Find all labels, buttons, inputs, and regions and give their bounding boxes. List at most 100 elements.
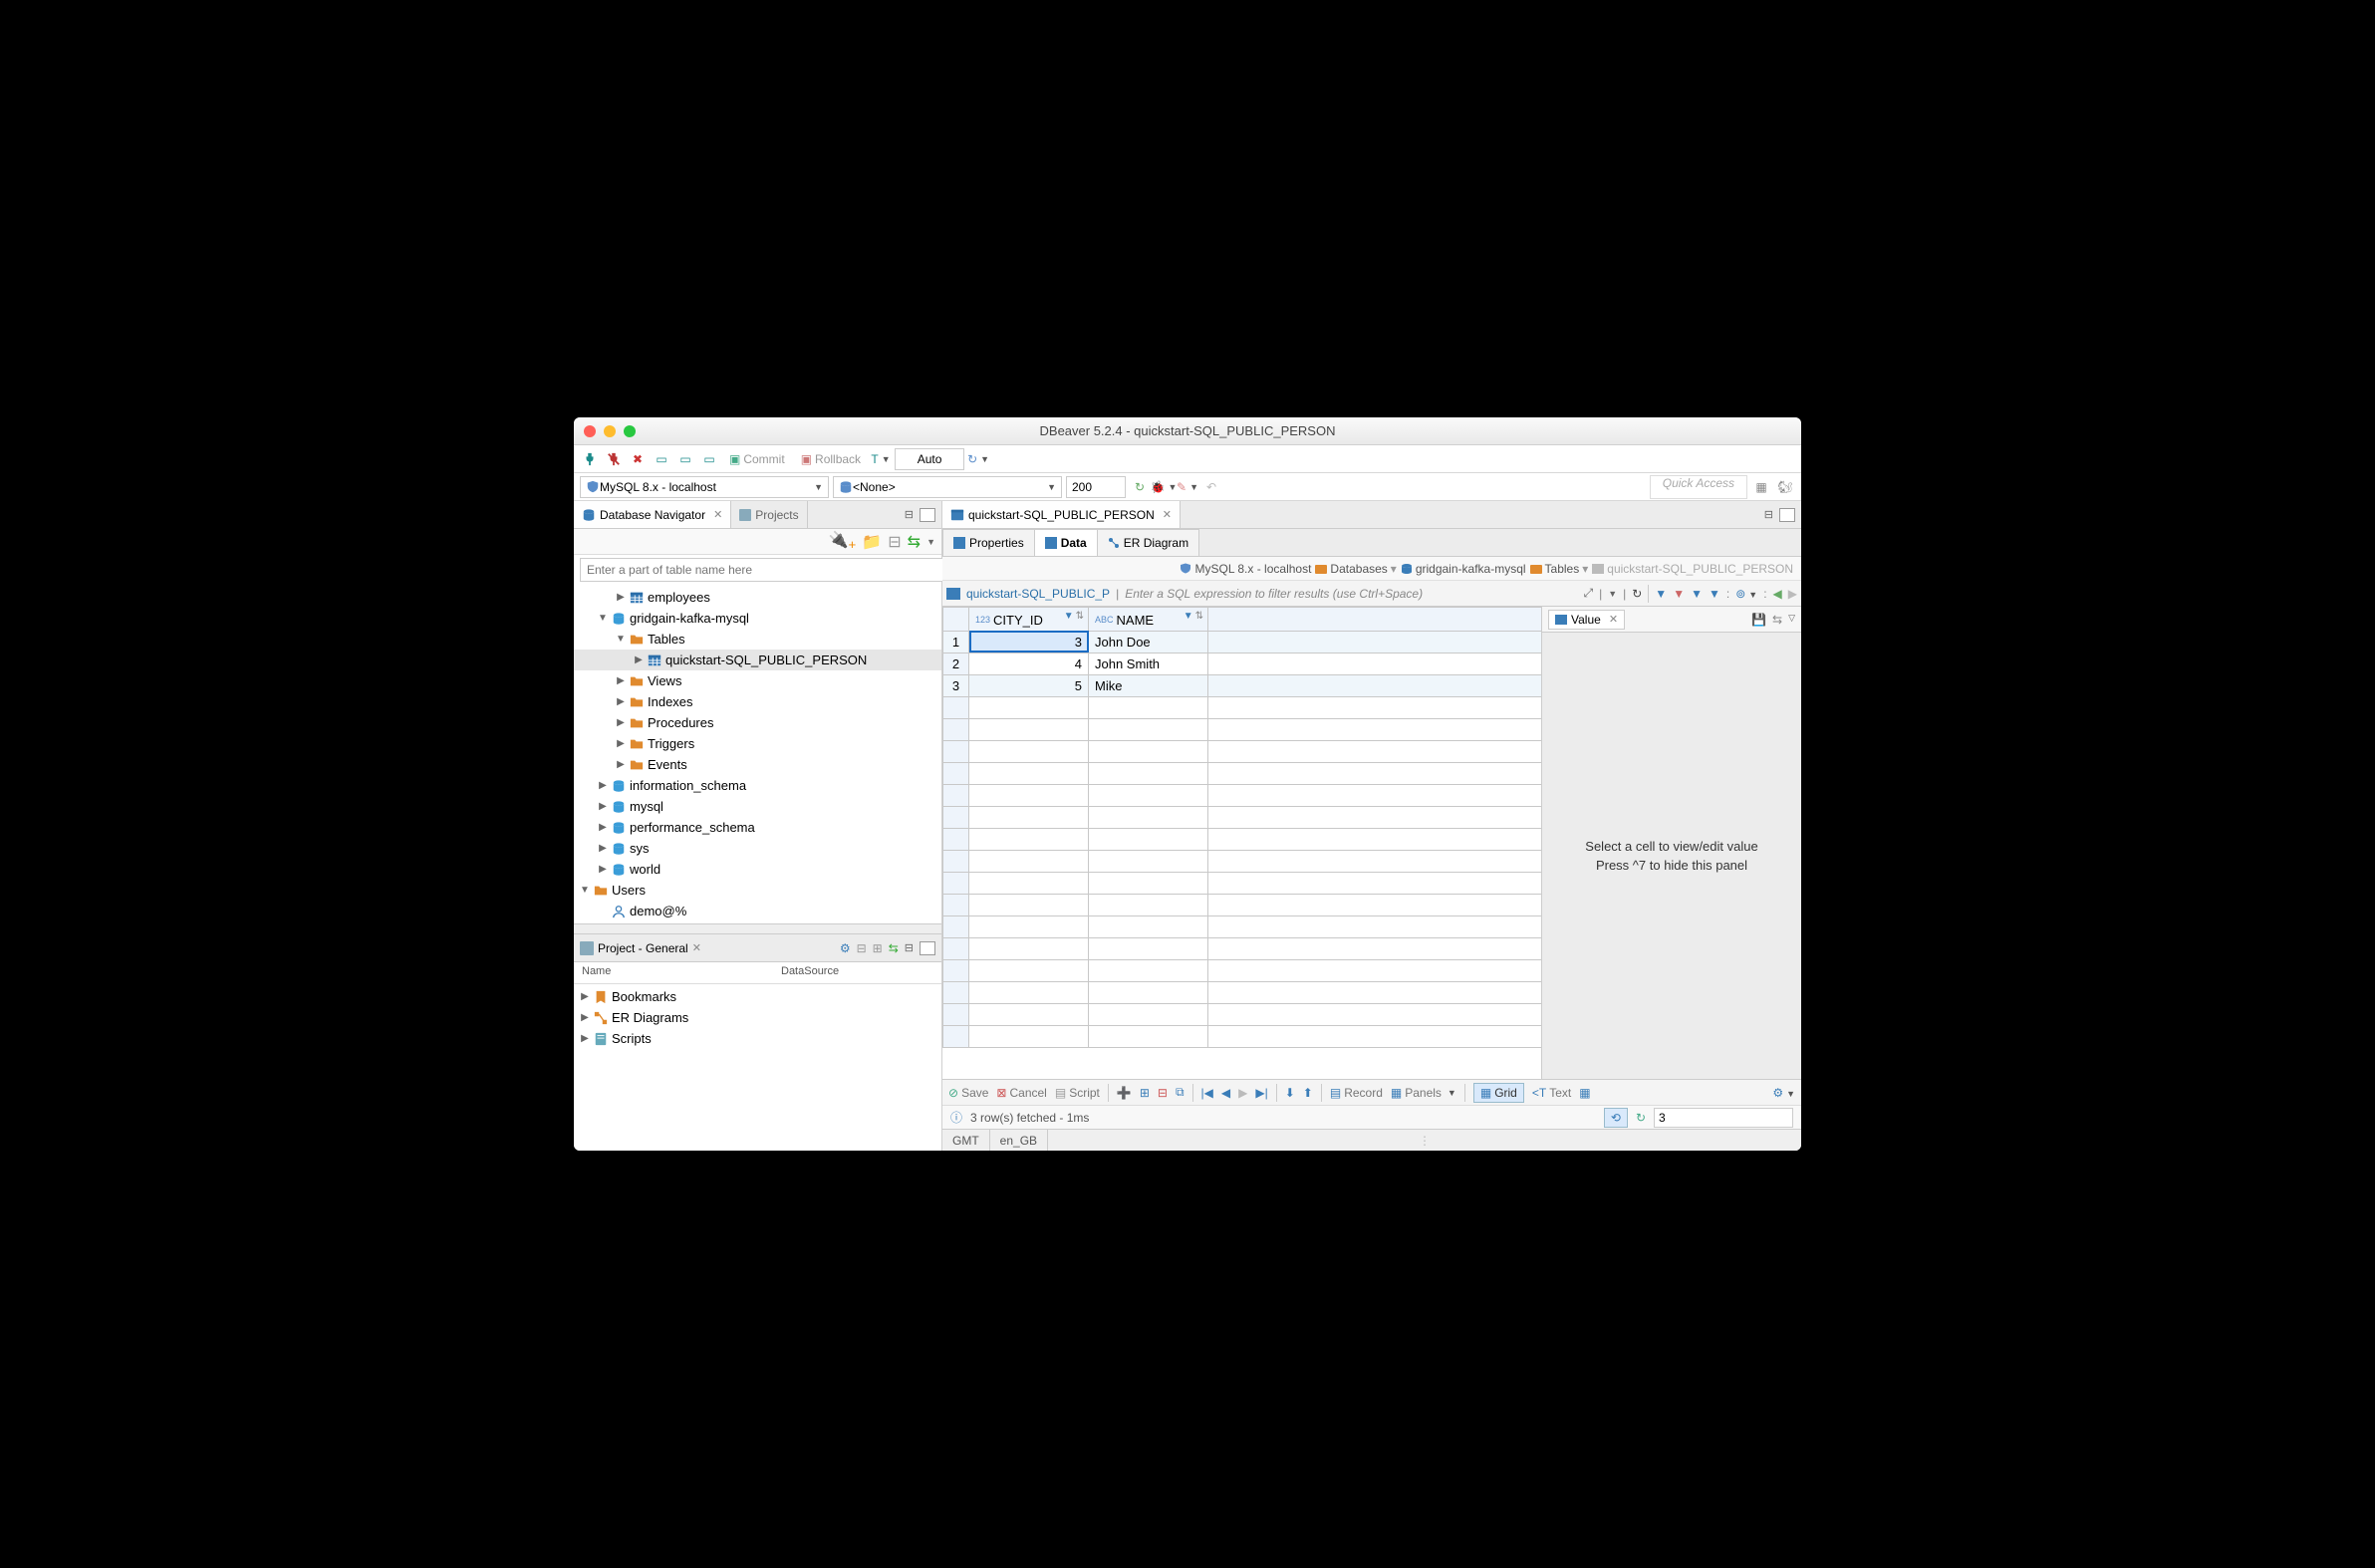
filter-icon[interactable]: ▼ <box>1184 611 1193 622</box>
fetch-next-icon[interactable]: ↻ <box>1130 477 1150 497</box>
tree-item[interactable]: Triggers <box>574 733 941 754</box>
highlighter-icon[interactable]: ✎▼ <box>1178 477 1197 497</box>
sort-icon[interactable]: ⇅ <box>1076 611 1084 622</box>
tree-item[interactable]: quickstart-SQL_PUBLIC_PERSON <box>574 650 941 670</box>
save-button[interactable]: ⊘Save <box>948 1086 988 1100</box>
col-datasource[interactable]: DataSource <box>773 962 847 983</box>
add-row-icon[interactable]: ➕ <box>1117 1086 1132 1100</box>
cell-name[interactable]: John Doe <box>1089 631 1208 653</box>
undo-icon[interactable]: ↶ <box>1201 477 1221 497</box>
virtual-columns-icon[interactable]: ▦ <box>1579 1086 1590 1100</box>
add-row-copy-icon[interactable]: ⊞ <box>1140 1086 1150 1100</box>
bc-connection[interactable]: MySQL 8.x - localhost <box>1180 562 1311 576</box>
maximize-view-icon[interactable] <box>920 941 935 955</box>
tree-item[interactable]: demo@% <box>574 901 941 921</box>
gear-icon[interactable]: ⚙ <box>840 941 851 955</box>
close-icon[interactable]: ✕ <box>1163 508 1172 521</box>
minimize-view-icon[interactable]: ⊟ <box>905 941 914 954</box>
database-tree[interactable]: employeesgridgain-kafka-mysqlTablesquick… <box>574 585 941 923</box>
close-icon[interactable]: ✕ <box>1609 613 1618 626</box>
row-header[interactable]: 1 <box>943 631 969 653</box>
prev-page-icon[interactable]: ◀ <box>1221 1086 1230 1100</box>
txn-log-icon[interactable]: ↻▼ <box>968 449 988 469</box>
tree-item[interactable]: Events <box>574 754 941 775</box>
auto-apply-icon[interactable]: ⇆ <box>1772 613 1782 627</box>
plug-disconnect-icon[interactable] <box>604 449 624 469</box>
maximize-editor-icon[interactable] <box>1779 508 1795 522</box>
sql-recent-icon[interactable]: ▭ <box>699 449 719 469</box>
bug-icon[interactable]: 🐞▼ <box>1154 477 1174 497</box>
auto-refresh-icon[interactable]: ↻ <box>1636 1111 1646 1125</box>
tree-item[interactable]: Tables <box>574 629 941 650</box>
project-item[interactable]: Bookmarks <box>574 986 941 1007</box>
minimize-view-icon[interactable]: ⊟ <box>905 508 914 522</box>
plug-connect-icon[interactable] <box>580 449 600 469</box>
cancel-button[interactable]: ⊠Cancel <box>996 1086 1046 1100</box>
save-value-icon[interactable]: 💾 <box>1751 613 1766 627</box>
txn-mode-select[interactable]: Auto <box>895 448 964 470</box>
bc-tables[interactable]: Tables▾ <box>1530 562 1589 576</box>
maximize-window-icon[interactable] <box>624 425 636 437</box>
refresh-toggle-icon[interactable]: ⟲ <box>1604 1108 1628 1128</box>
dbeaver-perspective-icon[interactable]: 🐿 <box>1775 477 1795 497</box>
text-view-button[interactable]: <TText <box>1532 1086 1571 1100</box>
maximize-view-icon[interactable] <box>920 508 935 522</box>
perspective-icon[interactable]: ▦ <box>1751 477 1771 497</box>
tree-item[interactable]: mysql <box>574 796 941 817</box>
titlebar[interactable]: DBeaver 5.2.4 - quickstart-SQL_PUBLIC_PE… <box>574 417 1801 445</box>
commit-button[interactable]: ▣Commit <box>723 448 791 470</box>
close-window-icon[interactable] <box>584 425 596 437</box>
tree-item[interactable]: employees <box>574 587 941 608</box>
sql-new-icon[interactable]: ▭ <box>675 449 695 469</box>
delete-row-icon[interactable]: ⊟ <box>1158 1086 1168 1100</box>
quick-access-input[interactable]: Quick Access <box>1650 475 1747 499</box>
first-page-icon[interactable]: |◀ <box>1201 1086 1213 1100</box>
tree-item[interactable]: performance_schema <box>574 817 941 838</box>
gear-icon[interactable]: ⚙▼ <box>1772 1086 1795 1100</box>
cell-city-id[interactable]: 3 <box>969 631 1089 653</box>
tree-item[interactable]: Views <box>574 670 941 691</box>
duplicate-row-icon[interactable]: ⧉ <box>1176 1085 1185 1100</box>
close-icon[interactable]: ✕ <box>692 941 701 954</box>
row-header[interactable]: 3 <box>943 674 969 696</box>
filter-menu-icon[interactable]: ▼ <box>1608 589 1617 599</box>
connection-select[interactable]: MySQL 8.x - localhost ▼ <box>580 476 829 498</box>
rows-limit-input[interactable] <box>1066 476 1126 498</box>
subtab-data[interactable]: Data <box>1034 529 1098 556</box>
schema-select[interactable]: <None> ▼ <box>833 476 1062 498</box>
bc-database[interactable]: gridgain-kafka-mysql <box>1401 562 1526 576</box>
refresh-icon[interactable]: ↻ <box>1632 587 1642 601</box>
nav-back-icon[interactable]: ◀ <box>1773 587 1782 601</box>
sql-script-icon[interactable]: ▭ <box>652 449 671 469</box>
new-connection-icon[interactable]: 🔌+ <box>829 530 857 552</box>
column-header-name[interactable]: ABC NAME ▼⇅ <box>1089 608 1208 632</box>
tree-item[interactable]: information_schema <box>574 775 941 796</box>
filter-remove-icon[interactable]: ▼ <box>1673 587 1685 601</box>
filter-settings-icon[interactable]: ▼ <box>1709 587 1720 601</box>
nav-fwd-icon[interactable]: ▶ <box>1788 587 1797 601</box>
subtab-er-diagram[interactable]: ER Diagram <box>1097 529 1199 556</box>
tree-item[interactable]: world <box>574 859 941 880</box>
tree-item[interactable]: Users <box>574 880 941 901</box>
collapse-icon[interactable]: ⊟ <box>857 941 867 955</box>
value-menu-icon[interactable]: ▽ <box>1788 613 1795 627</box>
filter-expression-input[interactable]: Enter a SQL expression to filter results… <box>1125 587 1577 601</box>
next-page-icon[interactable]: ▶ <box>1238 1086 1247 1100</box>
filter-custom-icon[interactable]: ▼ <box>1691 587 1703 601</box>
tree-item[interactable]: Procedures <box>574 712 941 733</box>
view-menu-icon[interactable]: ▼ <box>926 537 935 547</box>
link-icon[interactable]: ⇆ <box>889 941 899 955</box>
expand-icon[interactable]: ⊞ <box>873 941 883 955</box>
new-folder-icon[interactable]: 📁 <box>862 532 882 552</box>
last-page-icon[interactable]: ▶| <box>1255 1086 1267 1100</box>
disconnect-all-icon[interactable]: ✖ <box>628 449 648 469</box>
tab-database-navigator[interactable]: Database Navigator ✕ <box>574 501 731 528</box>
project-item[interactable]: ER Diagrams <box>574 1007 941 1028</box>
link-editor-icon[interactable]: ⇆ <box>908 532 921 552</box>
data-grid[interactable]: 123 CITY_ID ▼⇅ ABC NAME ▼⇅ 1 3 <box>942 607 1541 1048</box>
page-size-input[interactable] <box>1654 1108 1793 1128</box>
export-icon[interactable]: ⬇ <box>1285 1086 1295 1100</box>
corner-header[interactable] <box>943 608 969 632</box>
minimize-window-icon[interactable] <box>604 425 616 437</box>
tree-item[interactable]: gridgain-kafka-mysql <box>574 608 941 629</box>
